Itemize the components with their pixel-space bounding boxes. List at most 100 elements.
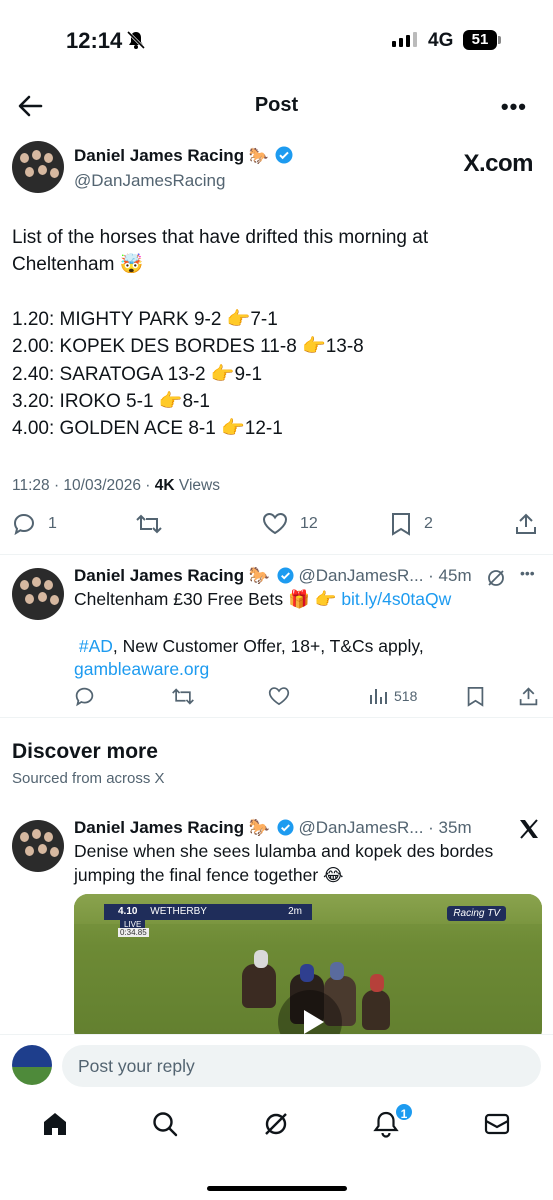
verified-badge-icon <box>275 146 293 169</box>
network-type: 4G <box>428 30 454 51</box>
status-bar: 12:14 4G 51 <box>0 0 553 80</box>
bookmark-icon <box>392 513 410 536</box>
verified-badge-icon <box>277 567 294 589</box>
grok-icon[interactable] <box>262 1110 292 1140</box>
drift-line: 1.20: MIGHTY PARK 9-2 👉7-1 <box>12 308 278 330</box>
tweet-age: 45m <box>438 566 472 585</box>
discover-tweet[interactable]: Daniel James Racing 🐎 @DanJamesR... · 35… <box>0 808 553 1034</box>
tweet-text: List of the horses that have drifted thi… <box>12 224 532 443</box>
reply-icon <box>13 513 35 536</box>
author-name[interactable]: Daniel James Racing <box>74 146 244 165</box>
reply-tweet[interactable]: Daniel James Racing 🐎 @DanJamesR... · 45… <box>0 556 553 718</box>
avatar[interactable] <box>12 820 64 872</box>
views-button[interactable]: 518 <box>368 686 417 706</box>
repost-icon <box>136 514 162 534</box>
race-clock: 0:34.85 <box>118 928 149 937</box>
heart-icon <box>268 687 290 706</box>
views-label: Views <box>178 477 220 494</box>
drift-line: 4.00: GOLDEN ACE 8-1 👉12-1 <box>12 418 283 440</box>
search-icon[interactable] <box>151 1110 181 1140</box>
xcom-logo: X.com <box>463 150 533 177</box>
promo-link[interactable]: bit.ly/4s0taQw <box>341 589 451 609</box>
tweet-actions: 1 12 2 <box>0 512 553 542</box>
like-button[interactable]: 12 <box>262 512 318 536</box>
tweet-header: Daniel James Racing 🐎 @DanJamesR... · 35… <box>74 818 472 841</box>
like-button[interactable] <box>268 686 290 707</box>
horse <box>362 990 390 1030</box>
heart-icon <box>262 512 288 535</box>
home-indicator <box>206 1186 347 1191</box>
play-icon[interactable] <box>278 990 342 1034</box>
share-icon <box>516 513 536 534</box>
author-block: Daniel James Racing 🐎 @DanJamesRacing <box>74 146 293 191</box>
channel-logo: Racing TV <box>447 906 506 921</box>
tweet-text: Denise when she sees lulamba and kopek d… <box>74 841 494 885</box>
promo-text: Cheltenham £30 Free Bets 🎁 👉 <box>74 589 342 609</box>
bookmark-button[interactable]: 2 <box>390 512 433 536</box>
jockey <box>370 974 384 992</box>
tweet-meta: 11:28 · 10/03/2026 · 4K Views <box>12 477 220 494</box>
more-options-icon[interactable]: ••• <box>501 94 527 120</box>
tweet-intro: List of the horses that have drifted thi… <box>12 227 429 276</box>
jockey <box>300 964 314 982</box>
avatar[interactable] <box>12 141 64 193</box>
discover-subtitle: Sourced from across X <box>12 770 165 787</box>
drift-line: 2.00: KOPEK DES BORDES 11-8 👉13-8 <box>12 336 364 358</box>
like-count: 12 <box>300 515 318 532</box>
share-button[interactable] <box>518 686 539 707</box>
share-button[interactable] <box>514 512 538 536</box>
reply-count: 1 <box>48 515 57 532</box>
views-count: 518 <box>394 688 418 704</box>
avatar[interactable] <box>12 568 64 620</box>
author-emoji: 🐎 <box>248 148 269 165</box>
author-handle[interactable]: @DanJamesR... <box>298 818 423 837</box>
race-time: 4.10 <box>118 906 138 917</box>
notifications-icon[interactable]: 1 <box>372 1102 414 1140</box>
author-emoji: 🐎 <box>248 818 270 837</box>
top-bar: Post ••• <box>0 82 553 130</box>
gambleaware-link[interactable]: gambleaware.org <box>74 658 544 682</box>
bookmark-count: 2 <box>424 515 433 532</box>
drift-line: 2.40: SARATOGA 13-2 👉9-1 <box>12 363 263 385</box>
verified-badge-icon <box>277 819 294 841</box>
author-name[interactable]: Daniel James Racing <box>74 818 244 837</box>
reply-input[interactable]: Post your reply <box>62 1045 541 1087</box>
reply-button[interactable] <box>74 686 95 707</box>
race-graphic: 4.10 WETHERBY 2m <box>104 904 312 920</box>
author-handle[interactable]: @DanJamesR... <box>298 566 423 585</box>
author-handle[interactable]: @DanJamesRacing <box>74 171 293 191</box>
main-tweet: Daniel James Racing 🐎 @DanJamesRacing X.… <box>0 140 553 555</box>
horse <box>242 964 276 1008</box>
author-name[interactable]: Daniel James Racing <box>74 566 244 585</box>
tweet-header: Daniel James Racing 🐎 @DanJamesR... · 45… <box>74 566 472 589</box>
discover-title: Discover more <box>12 740 158 763</box>
reply-button[interactable]: 1 <box>12 512 57 536</box>
page-title: Post <box>254 94 299 116</box>
drift-line: 3.20: IROKO 5-1 👉8-1 <box>12 391 210 413</box>
home-icon[interactable] <box>41 1110 71 1140</box>
share-icon <box>519 687 538 706</box>
repost-button[interactable] <box>171 686 195 707</box>
video-player[interactable]: 4.10 WETHERBY 2m LIVE 0:34.85 Racing TV <box>74 894 542 1034</box>
repost-button[interactable] <box>135 512 163 536</box>
more-options-icon[interactable]: ••• <box>520 565 535 581</box>
messages-icon[interactable] <box>483 1110 513 1140</box>
tweet-age: 35m <box>438 818 472 837</box>
promo-disclaimer: , New Customer Offer, 18+, T&Cs apply, <box>112 635 424 656</box>
bottom-nav: 1 <box>0 1096 553 1166</box>
tweet-time: 11:28 <box>12 477 50 494</box>
notification-badge: 1 <box>394 1102 414 1122</box>
battery-icon: 51 <box>463 30 501 50</box>
bookmark-button[interactable] <box>466 686 485 707</box>
reply-bar: Post your reply <box>0 1034 553 1096</box>
race-distance: 2m <box>288 906 302 917</box>
hashtag[interactable]: #AD <box>79 636 113 656</box>
bell-muted-icon <box>126 30 146 55</box>
race-course: WETHERBY <box>150 906 207 917</box>
my-avatar[interactable] <box>12 1045 52 1085</box>
signal-icon <box>392 32 417 47</box>
views-icon <box>370 689 387 704</box>
discover-section: Discover more Sourced from across X <box>12 740 165 787</box>
jockey <box>254 950 268 968</box>
jockey <box>330 962 344 980</box>
